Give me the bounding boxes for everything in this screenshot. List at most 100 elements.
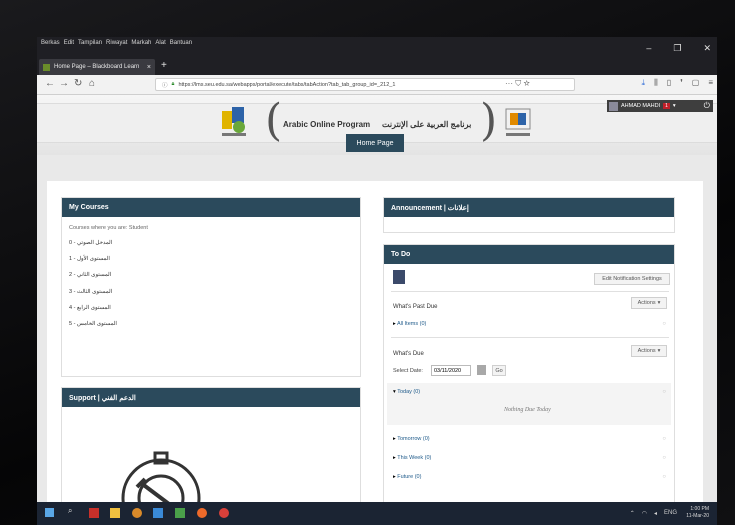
- date-input[interactable]: [431, 365, 471, 376]
- windows-start-icon[interactable]: [45, 508, 54, 517]
- future-link: Future (0): [397, 474, 422, 480]
- search-icon[interactable]: ⌕: [68, 506, 78, 516]
- tomorrow-row[interactable]: ▸ Tomorrow (0): [393, 436, 430, 442]
- due-heading: What's Due: [393, 351, 424, 357]
- close-icon[interactable]: ✕: [703, 43, 711, 54]
- announcement-header: Announcement | إعلانات: [384, 198, 674, 217]
- app-icon[interactable]: [219, 508, 229, 518]
- collapse-icon[interactable]: ○: [662, 474, 666, 480]
- screenshot-icon[interactable]: ▢: [692, 78, 700, 88]
- sidebar-icon[interactable]: ▯: [667, 78, 671, 88]
- volume-icon[interactable]: ◂: [654, 510, 657, 517]
- info-icon[interactable]: ⓘ: [162, 81, 168, 89]
- due-actions-button[interactable]: Actions ▾: [631, 345, 667, 357]
- blackboard-favicon-icon: [43, 63, 50, 71]
- menu-item-history[interactable]: Riwayat: [106, 40, 127, 46]
- new-tab-button[interactable]: +: [161, 60, 167, 71]
- menu-item-file[interactable]: Berkas: [41, 40, 60, 46]
- reload-icon[interactable]: ↻: [74, 78, 82, 89]
- clock[interactable]: 1:00 PM 11-Mar-20: [686, 506, 709, 520]
- menu-item-bookmarks[interactable]: Markah: [131, 40, 151, 46]
- network-icon[interactable]: ◠: [642, 510, 647, 517]
- hamburger-menu-icon[interactable]: ≡: [708, 78, 713, 88]
- notification-badge[interactable]: 1: [663, 103, 670, 109]
- my-courses-module: My Courses Courses where you are: Studen…: [61, 197, 361, 377]
- course-link[interactable]: المستوى الخامس - 5: [69, 321, 117, 327]
- tab-title: Home Page – Blackboard Learn: [54, 64, 140, 70]
- go-button[interactable]: Go: [492, 365, 506, 376]
- logout-power-icon[interactable]: ⏻: [704, 101, 710, 111]
- this-week-row[interactable]: ▸ This Week (0): [393, 455, 431, 461]
- course-link[interactable]: المستوى الرابع - 4: [69, 305, 111, 311]
- calendar-icon[interactable]: [477, 365, 486, 375]
- home-icon[interactable]: ⌂: [89, 78, 95, 89]
- menu-item-help[interactable]: Bantuan: [170, 40, 192, 46]
- all-items-row[interactable]: ▸ All Items (0): [393, 321, 426, 327]
- firefox-icon[interactable]: [197, 508, 207, 518]
- course-link[interactable]: المستوى الثالث - 3: [69, 289, 112, 295]
- app-icon[interactable]: [175, 508, 185, 518]
- window-controls: – ❐ ✕: [646, 43, 711, 54]
- collapse-icon[interactable]: ○: [662, 436, 666, 442]
- tab-strip: Home Page – Blackboard Learn × +: [37, 59, 717, 75]
- library-icon[interactable]: ⫼: [654, 78, 658, 88]
- chevron-down-icon[interactable]: ▾: [673, 103, 676, 109]
- clock-date: 11-Mar-20: [686, 513, 709, 519]
- chevron-up-icon[interactable]: ⌃: [630, 510, 635, 517]
- language-indicator[interactable]: ENG: [664, 510, 677, 517]
- menu-item-edit[interactable]: Edit: [64, 40, 74, 46]
- course-link[interactable]: المدخل الصوتي - 0: [69, 240, 112, 246]
- nothing-due-text: Nothing Due Today: [504, 407, 551, 413]
- menu-bar: Berkas Edit Tampilan Riwayat Markah Alat…: [37, 37, 717, 59]
- today-row[interactable]: ▾ Today (0): [393, 389, 420, 395]
- collapse-icon[interactable]: ○: [662, 455, 666, 461]
- program-title-arabic: برنامج العربية على الإنترنت: [382, 120, 472, 129]
- download-icon[interactable]: ⤓: [642, 78, 646, 88]
- maximize-icon[interactable]: ❐: [673, 43, 681, 54]
- future-row[interactable]: ▸ Future (0): [393, 474, 421, 480]
- avatar: [393, 270, 405, 284]
- bookmark-star-icon[interactable]: ☆: [523, 79, 529, 88]
- browser-tab[interactable]: Home Page – Blackboard Learn ×: [39, 59, 155, 75]
- menu-item-tools[interactable]: Alat: [155, 40, 165, 46]
- chevron-down-icon: ▾: [657, 348, 661, 354]
- tab-home-page[interactable]: Home Page: [346, 134, 404, 152]
- chevron-down-icon: ▾: [657, 300, 661, 306]
- windows-taskbar: ⌕ ⌃ ◠ ◂ ENG 1:00 PM 11-Mar-20: [37, 502, 717, 525]
- today-link: Today (0): [397, 389, 421, 395]
- course-link[interactable]: المستوى الأول - 1: [69, 256, 110, 262]
- this-week-link: This Week (0): [397, 455, 432, 461]
- past-due-actions-button[interactable]: Actions ▾: [631, 297, 667, 309]
- store-app-icon[interactable]: [110, 508, 120, 518]
- toolbar-icons: ⤓ ⫼ ▯ ❜ ▢ ≡: [642, 78, 713, 88]
- page-actions-icon[interactable]: ···: [505, 79, 513, 88]
- divider: [391, 291, 669, 292]
- program-title-english: Arabic Online Program: [283, 120, 371, 129]
- tab-close-icon[interactable]: ×: [147, 64, 151, 71]
- user-name: AHMAD MAHDI: [621, 103, 661, 109]
- extension-icon[interactable]: ❜: [680, 78, 683, 88]
- menu-item-view[interactable]: Tampilan: [78, 40, 102, 46]
- mail-app-icon[interactable]: [153, 508, 163, 518]
- tomorrow-link: Tomorrow (0): [397, 436, 430, 442]
- forward-icon[interactable]: →: [59, 78, 69, 89]
- pocket-icon[interactable]: ⛉: [515, 79, 521, 88]
- app-icon[interactable]: [132, 508, 142, 518]
- course-link[interactable]: المستوى الثاني - 2: [69, 272, 111, 278]
- back-icon[interactable]: ←: [45, 78, 55, 89]
- past-due-heading: What's Past Due: [393, 304, 438, 310]
- today-section: [387, 383, 671, 425]
- url-text: https://lms.seu.edu.sa/webapps/portal/ex…: [178, 81, 396, 88]
- screen: Berkas Edit Tampilan Riwayat Markah Alat…: [37, 37, 717, 525]
- edit-notification-settings-button[interactable]: Edit Notification Settings: [594, 273, 670, 285]
- site-banner: ( Arabic Online Program برنامج العربية ع…: [37, 95, 717, 155]
- collapse-icon[interactable]: ○: [662, 389, 666, 395]
- all-items-link: All Items (0): [397, 321, 427, 327]
- pdf-app-icon[interactable]: [89, 508, 99, 518]
- minimize-icon[interactable]: –: [646, 43, 651, 54]
- collapse-icon[interactable]: ○: [662, 321, 666, 327]
- university-logo-icon: [505, 108, 531, 136]
- user-menu[interactable]: AHMAD MAHDI 1 ▾ ⏻: [607, 100, 713, 112]
- divider: [391, 337, 669, 338]
- laptop-bezel: Berkas Edit Tampilan Riwayat Markah Alat…: [0, 0, 735, 525]
